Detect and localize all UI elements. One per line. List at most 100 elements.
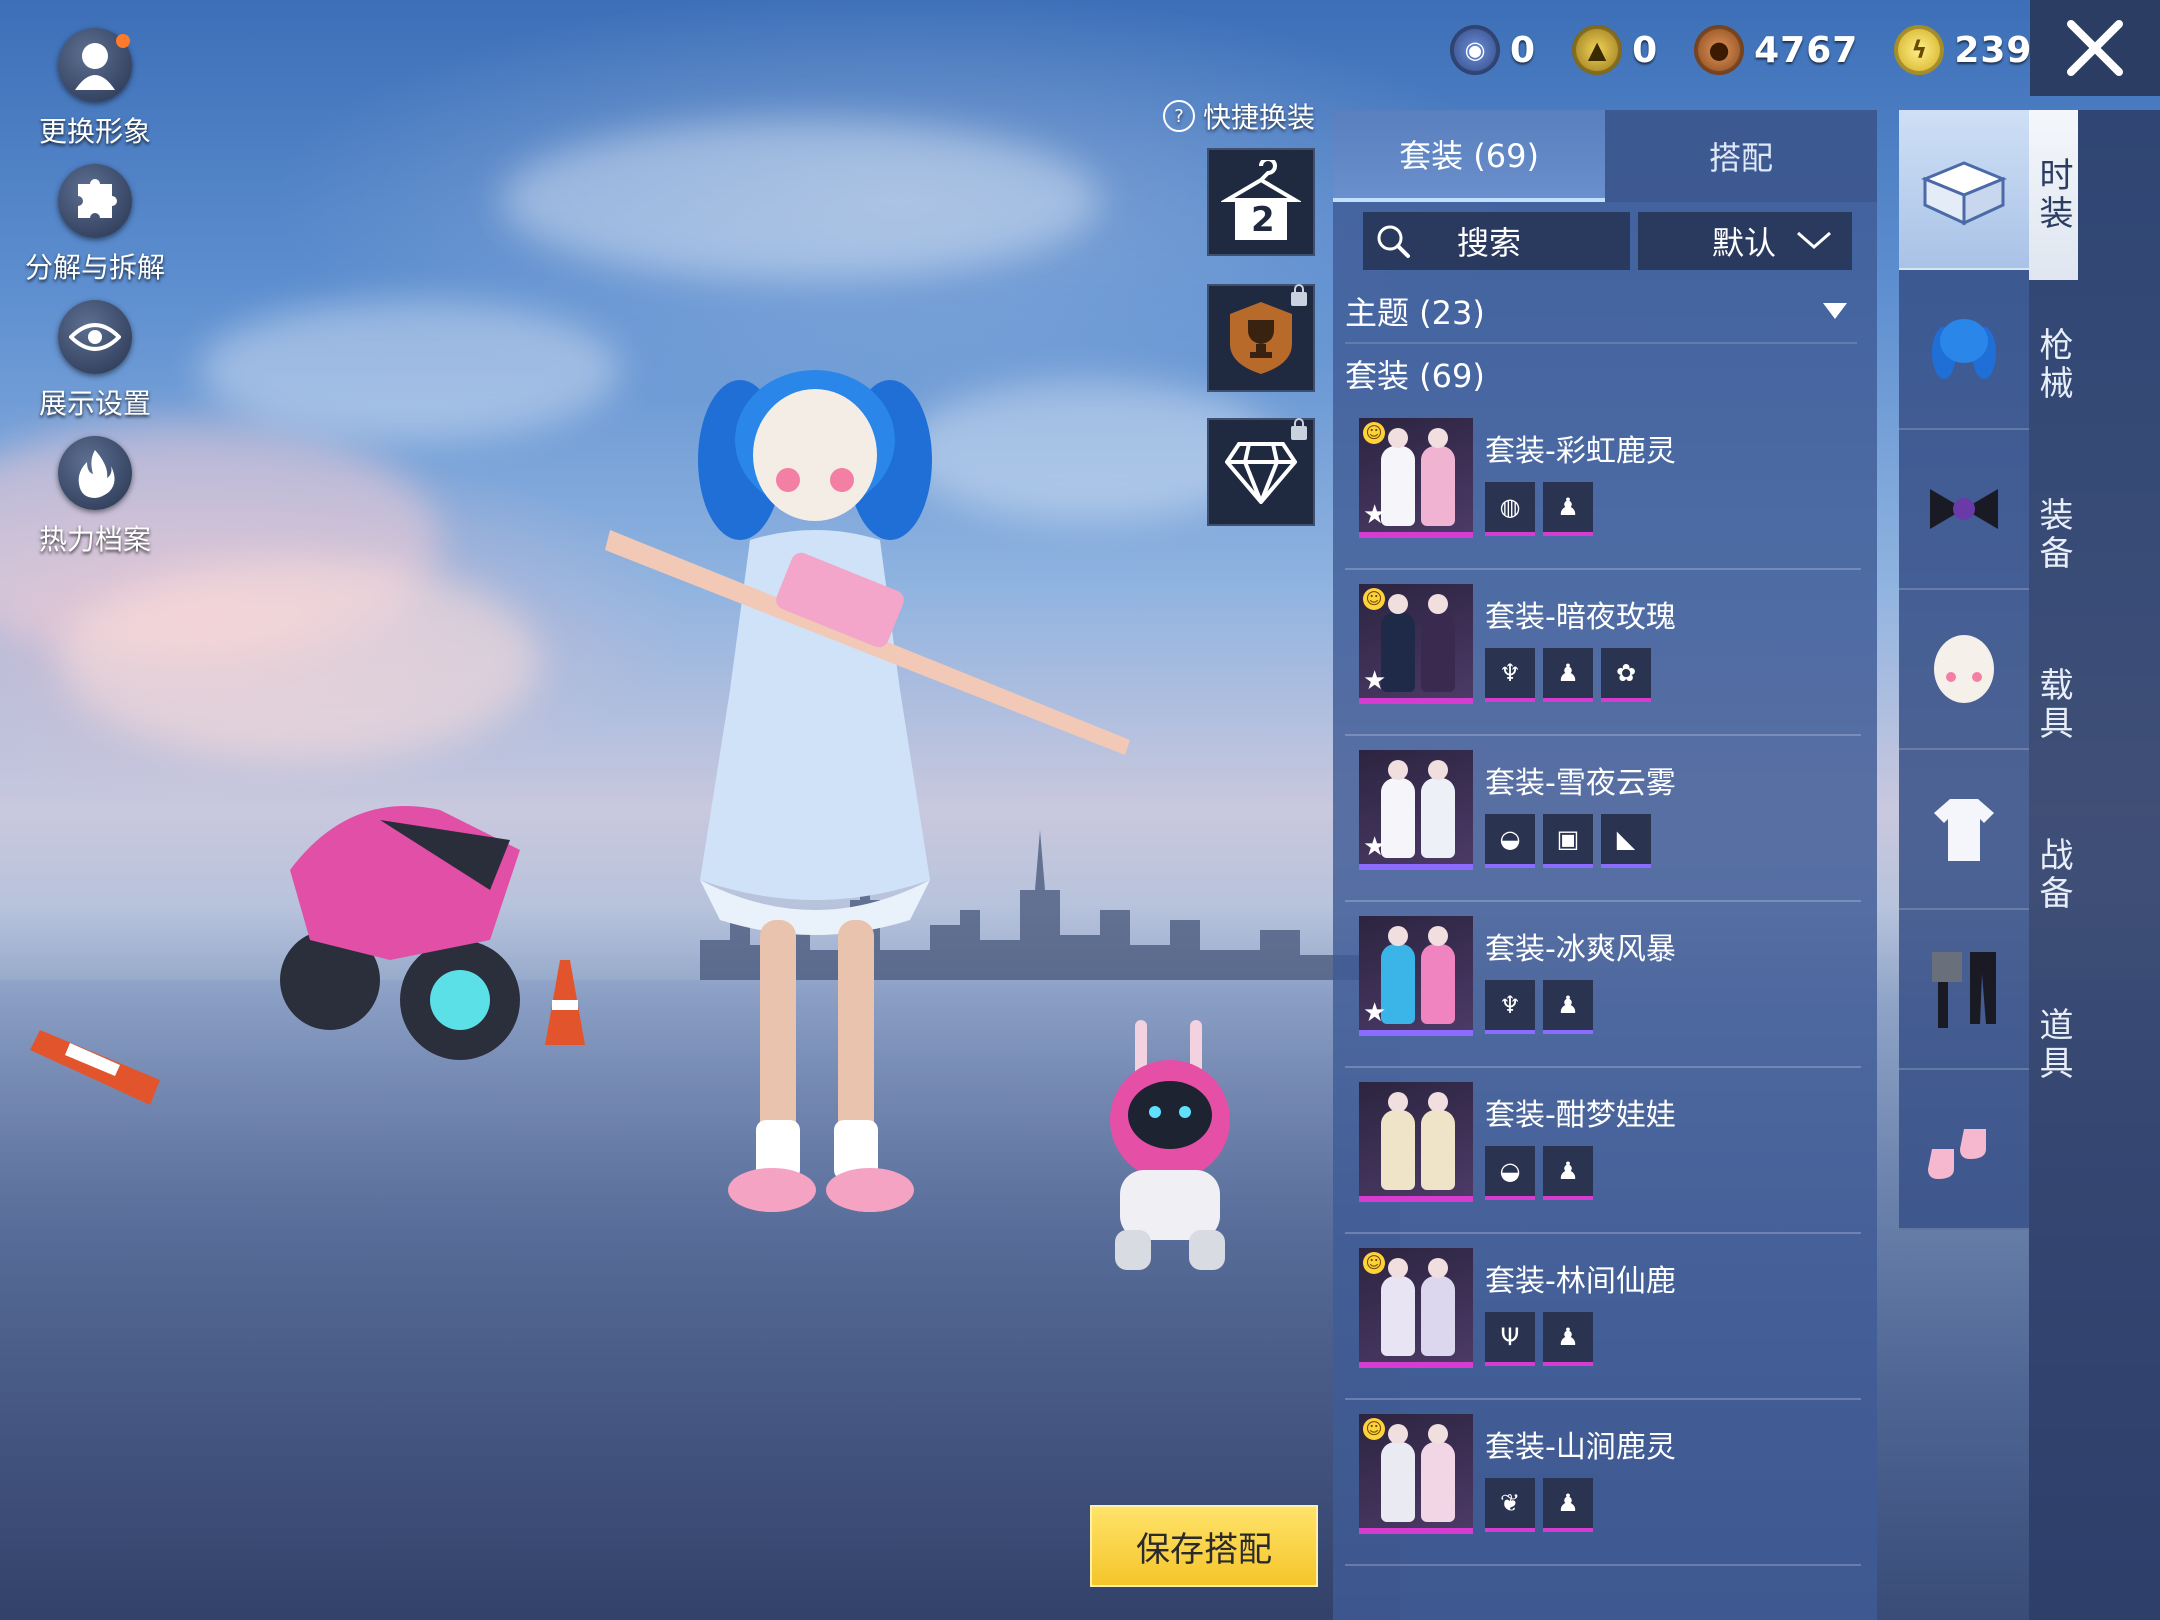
- display-settings-button[interactable]: 展示设置: [10, 300, 180, 436]
- category-clothing[interactable]: [1899, 750, 2029, 910]
- outfit-parts: ◒ ♟: [1485, 1146, 1593, 1200]
- outfit-item[interactable]: ★ 套装-冰爽风暴 ♆ ♟: [1345, 902, 1861, 1068]
- category-suit[interactable]: [1899, 110, 2029, 270]
- legwear-icon: [1932, 952, 1996, 1028]
- tab-items[interactable]: 道具: [2029, 960, 2078, 1130]
- part-top-icon[interactable]: ▣: [1543, 814, 1593, 868]
- diamond-slot-button[interactable]: [1207, 418, 1315, 526]
- heat-profile-button[interactable]: 热力档案: [10, 436, 180, 572]
- trophy-slot-button[interactable]: [1207, 284, 1315, 392]
- currency-bronze-coin[interactable]: ● 4767: [1694, 25, 1858, 75]
- part-ribbon-icon[interactable]: ❦: [1485, 1478, 1535, 1532]
- lock-icon: [1291, 418, 1307, 440]
- heat-profile-label: 热力档案: [38, 523, 151, 556]
- figure: [1421, 1092, 1455, 1190]
- figure: [1421, 1258, 1455, 1356]
- part-outfit-icon[interactable]: ♟: [1543, 1478, 1593, 1532]
- robot-pet: [1110, 1020, 1230, 1270]
- search-label: 搜索: [1457, 224, 1522, 262]
- part-outfit-icon[interactable]: ♟: [1543, 980, 1593, 1034]
- outfit-item[interactable]: 套装-酣梦娃娃 ◒ ♟: [1345, 1068, 1861, 1234]
- outfit-item[interactable]: ☺ ★ 套装-彩虹鹿灵 ◍ ♟: [1345, 404, 1861, 570]
- outfit-name: 套装-冰爽风暴: [1485, 932, 1676, 967]
- outfit-item[interactable]: ☺ ★ 套装-暗夜玫瑰 ♆ ♟ ✿: [1345, 570, 1861, 736]
- part-hat-icon[interactable]: ◒: [1485, 1146, 1535, 1200]
- decompose-button[interactable]: 分解与拆解: [10, 164, 180, 300]
- blue-token-value: 0: [1510, 29, 1537, 71]
- part-mask-icon[interactable]: ◍: [1485, 482, 1535, 536]
- outfit-name: 套装-彩虹鹿灵: [1485, 434, 1676, 469]
- close-button[interactable]: [2030, 0, 2160, 96]
- smile-badge-icon: ☺: [1363, 422, 1385, 444]
- gift-box-icon: [1921, 161, 2007, 226]
- lightning-coin-icon: ϟ: [1894, 25, 1945, 75]
- star-icon: ★: [1363, 832, 1387, 862]
- outfit-name: 套装-暗夜玫瑰: [1485, 600, 1676, 635]
- theme-section-toggle[interactable]: 主题 (23): [1345, 280, 1857, 344]
- tab-equipment[interactable]: 装备: [2029, 450, 2078, 620]
- gold-token-icon: ▲: [1572, 25, 1623, 75]
- figure: [1421, 1424, 1455, 1522]
- tab-vehicles[interactable]: 载具: [2029, 620, 2078, 790]
- part-hat-icon[interactable]: ◒: [1485, 814, 1535, 868]
- outfit-name: 套装-林间仙鹿: [1485, 1264, 1676, 1299]
- star-icon: ★: [1363, 666, 1387, 696]
- suits-section-title: 套装 (69): [1345, 357, 1485, 395]
- wardrobe-slot-button[interactable]: 2: [1207, 148, 1315, 256]
- save-outfit-button[interactable]: 保存搭配: [1090, 1505, 1318, 1587]
- tab-fashion[interactable]: 时装: [2029, 110, 2078, 280]
- display-settings-label: 展示设置: [38, 387, 151, 420]
- part-antler-icon[interactable]: Ψ: [1485, 1312, 1535, 1366]
- tab-combat-prep[interactable]: 战备: [2029, 790, 2078, 960]
- currency-blue-token[interactable]: ◉ 0: [1450, 25, 1536, 75]
- eye-icon: [58, 300, 132, 374]
- part-shoes-icon[interactable]: ◣: [1601, 814, 1651, 868]
- star-icon: ★: [1363, 500, 1387, 530]
- part-accessory-icon[interactable]: ✿: [1601, 648, 1651, 702]
- outfit-thumbnail: ★: [1359, 916, 1473, 1036]
- outfit-parts: ♆ ♟ ✿: [1485, 648, 1651, 702]
- outfit-parts: ❦ ♟: [1485, 1478, 1593, 1532]
- quick-change-label[interactable]: ? 快捷换装: [1163, 96, 1315, 136]
- search-row: 搜索 默认: [1363, 212, 1852, 270]
- part-outfit-icon[interactable]: ♟: [1543, 648, 1593, 702]
- part-hair-icon[interactable]: ♆: [1485, 980, 1535, 1034]
- close-icon: [2067, 20, 2123, 76]
- help-icon[interactable]: ?: [1163, 100, 1195, 132]
- part-outfit-icon[interactable]: ♟: [1543, 1312, 1593, 1366]
- figure: [1381, 1424, 1415, 1522]
- category-accessory[interactable]: [1899, 430, 2029, 590]
- gold-token-value: 0: [1632, 29, 1659, 71]
- outfit-item[interactable]: ☺ 套装-林间仙鹿 Ψ ♟: [1345, 1234, 1861, 1400]
- sort-dropdown[interactable]: 默认: [1638, 212, 1852, 270]
- figure: [1421, 594, 1455, 692]
- player-character: [605, 370, 1130, 1212]
- tab-weapons[interactable]: 枪械: [2029, 280, 2078, 450]
- outfit-parts: ♆ ♟: [1485, 980, 1593, 1034]
- category-hair[interactable]: [1899, 270, 2029, 430]
- category-legwear[interactable]: [1899, 910, 2029, 1070]
- dress-icon: [1934, 799, 1994, 861]
- change-avatar-button[interactable]: 更换形象: [10, 28, 180, 164]
- category-mask[interactable]: [1899, 590, 2029, 750]
- figure: [1381, 1092, 1415, 1190]
- part-hair-icon[interactable]: ♆: [1485, 648, 1535, 702]
- outfit-thumbnail: ★: [1359, 750, 1473, 870]
- outfit-item[interactable]: ☺ 套装-山涧鹿灵 ❦ ♟: [1345, 1400, 1861, 1566]
- trophy-icon: [1230, 302, 1292, 374]
- tab-match[interactable]: 搭配: [1605, 110, 1877, 202]
- currency-gold-token[interactable]: ▲ 0: [1572, 25, 1658, 75]
- part-outfit-icon[interactable]: ♟: [1543, 1146, 1593, 1200]
- outfit-thumbnail: ☺ ★: [1359, 418, 1473, 538]
- notification-dot: [116, 34, 130, 48]
- figure: [1421, 428, 1455, 526]
- tab-suits[interactable]: 套装 (69): [1333, 110, 1605, 202]
- category-shoes[interactable]: [1899, 1070, 2029, 1230]
- cloud: [60, 560, 540, 760]
- outfit-thumbnail: ☺ ★: [1359, 584, 1473, 704]
- outfit-item[interactable]: ★ 套装-雪夜云雾 ◒ ▣ ◣: [1345, 736, 1861, 902]
- left-menu: 更换形象 分解与拆解 展示设置 热力档案: [10, 28, 180, 572]
- part-outfit-icon[interactable]: ♟: [1543, 482, 1593, 536]
- change-avatar-label: 更换形象: [38, 115, 151, 148]
- search-input[interactable]: 搜索: [1363, 212, 1630, 270]
